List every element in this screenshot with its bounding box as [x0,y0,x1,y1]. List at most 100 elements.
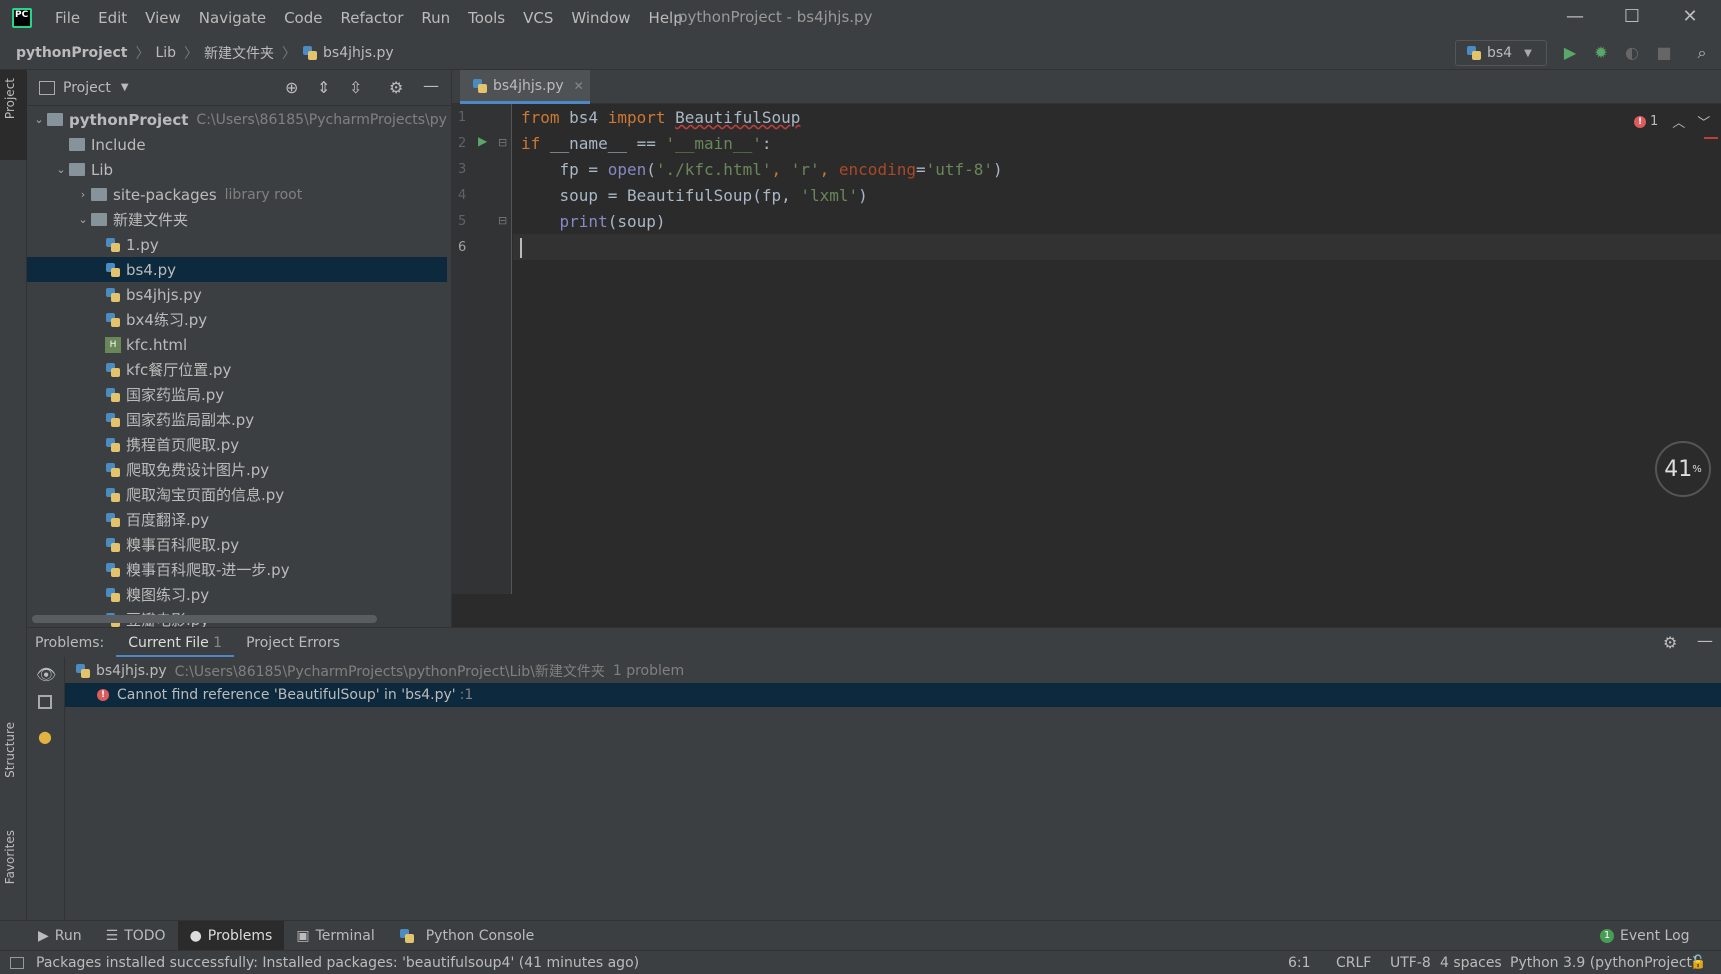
gear-icon[interactable]: ⚙ [1663,633,1677,652]
problems-list: bs4jhjs.py C:\Users\86185\PycharmProject… [27,657,1721,920]
tree-file-item[interactable]: 爬取免费设计图片.py [27,457,447,482]
tree-file-item[interactable]: kfc餐厅位置.py [27,357,447,382]
menu-code[interactable]: Code [275,9,331,27]
problem-row[interactable]: ! Cannot find reference 'BeautifulSoup' … [65,683,1721,707]
caret-position[interactable]: 6:1 [1280,955,1319,971]
tab-project-errors[interactable]: Project Errors [234,628,352,658]
tool-tab-terminal[interactable]: ▣ Terminal [284,921,386,951]
collapse-all-icon[interactable]: ⇳ [349,78,362,97]
tree-folder-item[interactable]: Include [27,132,447,157]
breadcrumb-file[interactable]: bs4jhjs.py [323,45,394,61]
tree-file-item[interactable]: Hkfc.html [27,332,447,357]
chevron-down-icon[interactable]: ▼ [121,82,129,93]
chevron-right-icon[interactable]: › [75,188,91,201]
inspection-widget[interactable]: ! 1 ︿ ﹀ [1634,112,1710,131]
error-stripe-mark[interactable] [1704,137,1718,139]
project-view-label[interactable]: Project [63,80,111,96]
menu-file[interactable]: File [46,9,89,27]
debug-icon[interactable]: ✹ [1591,43,1611,63]
tree-file-item[interactable]: bs4.py [27,257,447,282]
memory-indicator[interactable]: 41% [1655,441,1711,497]
tree-file-item[interactable]: 国家药监局.py [27,382,447,407]
fold-icon[interactable]: ⊟ [498,136,507,149]
menu-vcs[interactable]: VCS [514,9,562,27]
lightbulb-icon[interactable]: ● [38,727,52,746]
hide-panel-icon[interactable]: — [1697,631,1713,650]
expand-all-icon[interactable]: ⇕ [317,78,330,97]
locate-icon[interactable]: ⊕ [285,78,298,97]
menu-edit[interactable]: Edit [89,9,136,27]
code-token: encoding [838,160,916,179]
tree-file-item[interactable]: 糗事百科爬取-进一步.py [27,557,447,582]
tree-file-item[interactable]: 1.py [27,232,447,257]
menu-view[interactable]: View [136,9,190,27]
preview-icon[interactable] [38,695,52,709]
maximize-icon[interactable]: ☐ [1617,6,1647,30]
tree-folder-item[interactable]: ⌄ Lib [27,157,447,182]
project-tool-tab[interactable]: Project [0,70,27,160]
tree-file-item[interactable]: bx4练习.py [27,307,447,332]
close-icon[interactable]: ✕ [1675,6,1705,30]
hide-panel-icon[interactable]: — [423,76,439,95]
python-file-icon [105,362,121,378]
chevron-down-icon[interactable]: ⌄ [53,163,69,176]
lock-icon[interactable]: 🔓 [1690,955,1706,970]
file-encoding[interactable]: UTF-8 [1382,955,1439,971]
tool-tab-event-log[interactable]: 1 Event Log [1588,921,1702,951]
tree-file-item[interactable]: 国家药监局副本.py [27,407,447,432]
coverage-icon[interactable]: ◐ [1622,43,1642,63]
gear-icon[interactable]: ⚙ [389,78,403,97]
side-tab-favorites[interactable]: Favorites [3,830,17,884]
code-line-5: print(soup) [521,210,666,234]
tree-folder-item[interactable]: ⌄ 新建文件夹 [27,207,447,232]
tab-label: Run [54,927,82,944]
editor-tab-bs4jhjs[interactable]: bs4jhjs.py ✕ [460,70,590,104]
indent-setting[interactable]: 4 spaces [1432,955,1510,971]
tool-tab-run[interactable]: ▶ Run [26,921,94,951]
menu-window[interactable]: Window [562,9,639,27]
tree-folder-item[interactable]: › site-packages library root [27,182,447,207]
menu-run[interactable]: Run [412,9,459,27]
breadcrumb-folder[interactable]: 新建文件夹 [198,43,274,63]
tree-file-item[interactable]: 爬取淘宝页面的信息.py [27,482,447,507]
tree-file-item[interactable]: 百度翻译.py [27,507,447,532]
python-file-icon [105,487,121,503]
tool-tab-problems[interactable]: ● Problems [177,920,285,951]
line-separator[interactable]: CRLF [1328,955,1379,971]
problem-file-row[interactable]: bs4jhjs.py C:\Users\86185\PycharmProject… [65,659,1721,683]
tool-tab-todo[interactable]: ☰ TODO [94,921,178,951]
run-configuration-select[interactable]: bs4 ▼ [1455,40,1547,66]
menu-navigate[interactable]: Navigate [190,9,275,27]
run-gutter-icon[interactable]: ▶ [478,134,487,148]
fold-icon[interactable]: ⊟ [498,214,507,227]
side-tab-structure[interactable]: Structure [3,722,17,778]
breadcrumb-lib[interactable]: Lib [149,45,176,61]
problem-summary: 1 problem [612,663,685,679]
status-message[interactable]: Packages installed successfully: Install… [28,955,647,971]
search-icon[interactable]: ⌕ [1692,43,1712,63]
tree-file-item[interactable]: 携程首页爬取.py [27,432,447,457]
eye-icon[interactable]: 👁 [36,665,56,684]
breadcrumb-project[interactable]: pythonProject [0,45,127,61]
tree-item-label: kfc.html [126,335,188,354]
interpreter[interactable]: Python 3.9 (pythonProject) [1502,955,1706,971]
tool-tab-python-console[interactable]: Python Console [387,921,547,951]
menu-refactor[interactable]: Refactor [331,9,412,27]
close-tab-icon[interactable]: ✕ [574,79,584,93]
tree-root[interactable]: ⌄ pythonProject C:\Users\86185\PycharmPr… [27,107,447,132]
run-icon[interactable]: ▶ [1560,43,1580,63]
chevron-down-icon: ⌄ [34,113,44,126]
toggle-tool-windows-icon[interactable] [10,956,24,969]
previous-highlight-icon[interactable]: ︿ [1672,112,1685,131]
tree-file-item[interactable]: 糗事百科爬取.py [27,532,447,557]
minimize-icon[interactable]: — [1560,6,1590,30]
tree-file-item[interactable]: 糗图练习.py [27,582,447,607]
chevron-down-icon[interactable]: ⌄ [75,213,91,226]
next-highlight-icon[interactable]: ﹀ [1697,112,1710,131]
tree-file-item[interactable]: bs4jhjs.py [27,282,447,307]
problems-title: Problems: [35,634,105,651]
stop-icon[interactable]: ■ [1654,43,1674,63]
tab-current-file[interactable]: Current File 1 [116,628,235,658]
menu-tools[interactable]: Tools [459,9,514,27]
tree-horizontal-scrollbar[interactable] [32,615,377,623]
